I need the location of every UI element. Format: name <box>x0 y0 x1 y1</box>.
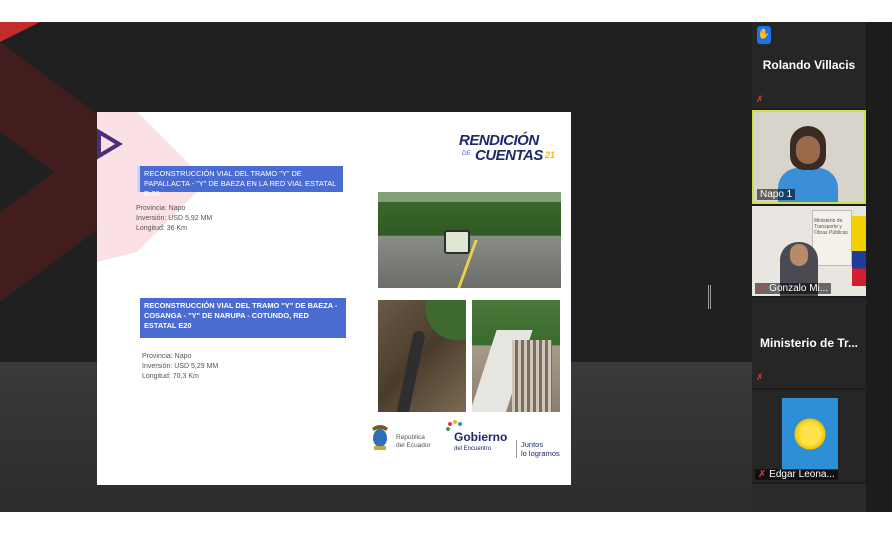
project2-title: RECONSTRUCCIÓN VIAL DEL TRAMO "Y" DE BAE… <box>140 298 346 338</box>
presentation-slide: RENDICIÓN DE CUENTAS 21 RECONSTRUCCIÓN V… <box>97 112 571 485</box>
participant-name: Napo 1 <box>757 189 796 200</box>
participant-avatar <box>782 398 838 470</box>
road-photo <box>378 192 561 288</box>
project1-title: RECONSTRUCCIÓN VIAL DEL TRAMO "Y" DE PAP… <box>137 166 343 198</box>
project1-info: Provincia: Napo Inversión: USD 5,92 MM L… <box>136 204 212 234</box>
mic-off-icon: ✗ <box>758 283 767 294</box>
mic-off-icon: ✗ <box>756 94 764 104</box>
meeting-window: RENDICIÓN DE CUENTAS 21 RECONSTRUCCIÓN V… <box>0 22 892 512</box>
project2-longitud: Longitud: 70,3 Km <box>142 373 199 380</box>
project1-inversion: Inversión: USD 5,92 MM <box>136 215 213 222</box>
gobierno-label: Gobierno <box>454 430 508 444</box>
panel-resize-handle[interactable] <box>708 285 711 309</box>
raise-hand-icon: ✋ <box>757 26 771 44</box>
logo-line2: CUENTAS <box>475 147 543 164</box>
shared-screen: RENDICIÓN DE CUENTAS 21 RECONSTRUCCIÓN V… <box>0 22 752 512</box>
mic-off-icon: ✗ <box>758 469 767 480</box>
participant-tile-more[interactable] <box>752 484 866 512</box>
logo-year: 21 <box>545 150 556 160</box>
participant-name: Ministerio de Tr... <box>759 336 859 350</box>
participants-panel: ✋ Rolando Villacis ✗ Napo 1 Ministerio d… <box>752 22 892 512</box>
ecuador-coat-of-arms-icon <box>372 425 388 450</box>
mic-off-icon: ✗ <box>756 372 764 382</box>
bottom-margin <box>0 512 892 535</box>
mountain-road-photo <box>378 300 466 412</box>
project1-longitud: Longitud: 36 Km <box>136 225 187 232</box>
participant-tile-ministerio[interactable]: Ministerio de Tr... ✗ <box>752 298 866 388</box>
sun-icon <box>792 416 828 452</box>
participant-tile-gonzalo[interactable]: Ministerio de Transporte y Obras Pública… <box>752 206 866 296</box>
logo-small: DE <box>462 151 471 157</box>
rendicion-cuentas-logo: RENDICIÓN DE CUENTAS 21 <box>459 132 559 168</box>
participant-name: Rolando Villacis <box>762 58 856 72</box>
republica-ecuador-label: República del Ecuador <box>396 434 431 449</box>
retaining-wall-photo <box>472 300 560 412</box>
juntos-label: Juntos lo logramos <box>516 440 560 458</box>
participant-name: ✗ Edgar Leona... <box>755 469 838 480</box>
participant-tile-edgar[interactable]: ✗ Edgar Leona... <box>752 390 866 482</box>
project2-provincia: Provincia: Napo <box>142 353 192 360</box>
project1-provincia: Provincia: Napo <box>136 205 186 212</box>
participant-tile-rolando[interactable]: ✋ Rolando Villacis ✗ <box>752 22 866 108</box>
project2-inversion: Inversión: USD 5,29 MM <box>142 363 219 370</box>
ecuador-flag <box>852 216 866 286</box>
truck-image <box>444 230 470 254</box>
participant-video <box>796 136 820 164</box>
poster-text: Ministerio de Transporte y Obras Pública… <box>814 218 848 236</box>
participant-video <box>790 244 808 266</box>
participant-tile-napo[interactable]: Napo 1 <box>752 110 866 204</box>
participant-name: ✗ Gonzalo Mi... <box>755 283 832 294</box>
project2-info: Provincia: Napo Inversión: USD 5,29 MM L… <box>142 352 218 382</box>
encuentro-label: del Encuentro <box>454 446 492 452</box>
